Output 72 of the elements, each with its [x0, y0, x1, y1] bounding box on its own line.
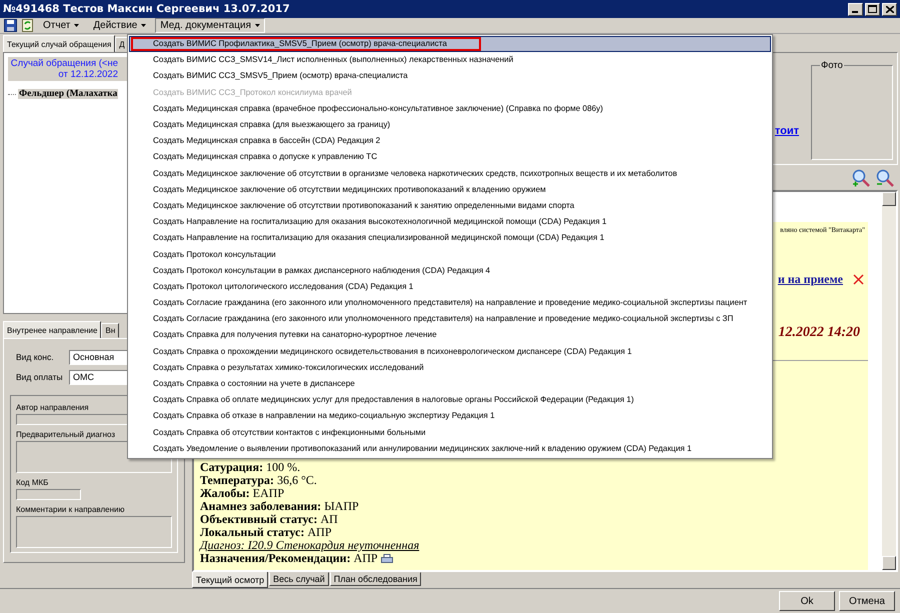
input-field[interactable]: [16, 489, 81, 500]
tree-item[interactable]: Фельдшер (Малахатка: [18, 89, 118, 99]
menu-item[interactable]: Создать Уведомление о выявлении противопоказаний или аннулировании медицинских заключе-ний к владению оружием (CDA) Редакция 1: [129, 440, 771, 457]
record-line: Объективный статус: АП: [200, 513, 338, 526]
menu-item[interactable]: Создать Протокол консультации: [129, 246, 771, 263]
dialog-button[interactable]: Отмена: [839, 591, 895, 611]
menu-item[interactable]: Создать ВИМИС ССЗ_SMSV14_Лист исполненных (выполненных) лекарственных назначений: [129, 52, 771, 68]
record-line: Анамнез заболевания: ЫАПР: [200, 500, 359, 513]
tab[interactable]: Текущий осмотр: [192, 572, 268, 588]
menu-item[interactable]: Создать Протокол консультации в рамках диспансерного наблюдения (CDA) Редакция 4: [129, 262, 771, 279]
visit-link[interactable]: и на приеме: [778, 272, 843, 287]
menu-item[interactable]: Создать Справка для получения путевки на санаторно-курортное лечение: [129, 327, 771, 344]
minimize-button[interactable]: [848, 2, 863, 16]
diagnosis-text: Диагноз: I20.9 Стенокардия неуточненная: [200, 539, 420, 552]
tab[interactable]: Текущий случай обращения: [3, 35, 116, 52]
menu-item[interactable]: Создать Медицинское заключение об отсутствии противопоказаний к занятию определенными видами спорта: [129, 198, 771, 214]
scrollbar[interactable]: [882, 192, 896, 570]
tab[interactable]: План обследования: [330, 572, 422, 586]
caret-icon: [141, 24, 146, 27]
menu-item[interactable]: Создать Справка об оплате медицинских услуг для предоставления в налоговые органы Российской Федерации (Редакция 1): [129, 392, 771, 408]
menu-item[interactable]: Создать Согласие гражданина (его законного или уполномоченного представителя) на направление и проведение медико-социальной экспертизы с ЗП: [129, 311, 771, 328]
menu-item[interactable]: Создать ВИМИС Профилактика_SMSV5_Прием (осмотр) врача-специалиста: [129, 36, 771, 52]
close-button[interactable]: [882, 2, 897, 16]
case-title: Случай обращения (<не: [10, 58, 118, 69]
menu-item[interactable]: Создать Справка об отсутствии контактов с инфекционными больными: [129, 424, 771, 441]
visit-date: 12.2022 14:20: [778, 325, 861, 341]
dialog-button[interactable]: Ok: [779, 591, 835, 611]
save-icon[interactable]: [4, 19, 17, 32]
zoom-in-icon[interactable]: [852, 168, 870, 186]
zoom-out-icon[interactable]: [876, 168, 894, 186]
input-field[interactable]: [16, 516, 172, 548]
toolbar-menu[interactable]: Действие: [88, 18, 152, 33]
menu-item[interactable]: Создать Медицинская справка (для выезжающего за границу): [129, 116, 771, 134]
field-label: Предварительный диагноз: [16, 430, 116, 439]
menu-item[interactable]: Создать Медицинская справка (врачебное профессионально-консультативное заключение) (Справка по форме 086у): [129, 100, 771, 117]
printer-icon[interactable]: [380, 554, 393, 564]
field-label: Автор направления: [16, 403, 89, 412]
menu-item[interactable]: Создать Протокол цитологического исследования (CDA) Редакция 1: [129, 278, 771, 295]
record-line: Температура: 36,6 °C.: [200, 474, 317, 487]
menu-item[interactable]: Создать ВИМИС ССЗ_SMSV5_Прием (осмотр) врача-специалиста: [129, 68, 771, 85]
caret-icon: [255, 24, 260, 27]
menu-item[interactable]: Создать Направление на госпитализацию для оказания высокотехнологичной медицинской помощи (CDA) Редакция 1: [129, 214, 771, 230]
field-label: Комментарии к направлению: [16, 504, 124, 514]
menu-item[interactable]: Создать Медицинская справка в бассейн (CDA) Редакция 2: [129, 133, 771, 150]
field-label: Вид конс.: [16, 352, 55, 362]
case-title: от 12.12.2022: [58, 69, 118, 80]
menu-item[interactable]: Создать Справка об отказе в направлении на медико-социальную экспертизу Редакция 1: [129, 408, 771, 424]
close-icon: [886, 6, 894, 12]
field-label: Код МКБ: [16, 478, 48, 487]
window-title: №491468 Тестов Максин Сергеевич 13.07.2017: [3, 3, 291, 15]
menu-item[interactable]: Создать Медицинская справка о допуске к управлению ТС: [129, 149, 771, 166]
menu-item[interactable]: Создать Направление на госпитализацию для оказания специализированной медицинской помощи (CDA) Редакция 1: [129, 230, 771, 246]
photo-label: Фото: [820, 60, 844, 71]
maximize-button[interactable]: [865, 2, 880, 16]
refresh-icon[interactable]: [21, 19, 34, 32]
caret-icon: [74, 24, 80, 27]
menu-item[interactable]: Создать Медицинское заключение об отсутствии медицинских противопоказаний к владению оружием: [129, 182, 771, 198]
tab[interactable]: Вн: [101, 323, 120, 338]
menu-item[interactable]: Создать Медицинское заключение об отсутствии в организме человека наркотических средств, психотропных веществ и их метаболитов: [129, 166, 771, 182]
maximize-icon: [868, 5, 877, 13]
record-line: Локальный статус: АПР: [200, 526, 332, 539]
record-line: Назначения/Рекомендации: АПР: [200, 552, 378, 565]
menu-item[interactable]: Создать Согласие гражданина (его законного или уполномоченного представителя) на направление и проведение медико-социальной экспертизы пациент: [129, 295, 771, 312]
field-label: Вид оплаты: [16, 372, 64, 382]
delete-icon[interactable]: [853, 274, 864, 285]
tab[interactable]: Весь случай: [269, 572, 329, 586]
tab[interactable]: Внутренее направление: [3, 321, 102, 338]
patient-link[interactable]: тоит: [774, 125, 799, 160]
toolbar-menu[interactable]: Мед. документация: [155, 18, 266, 33]
toolbar-menu[interactable]: Отчет: [38, 18, 84, 33]
record-line: Жалобы: ЕАПР: [200, 487, 284, 500]
record-line: Сатурация: 100 %.: [200, 461, 300, 474]
